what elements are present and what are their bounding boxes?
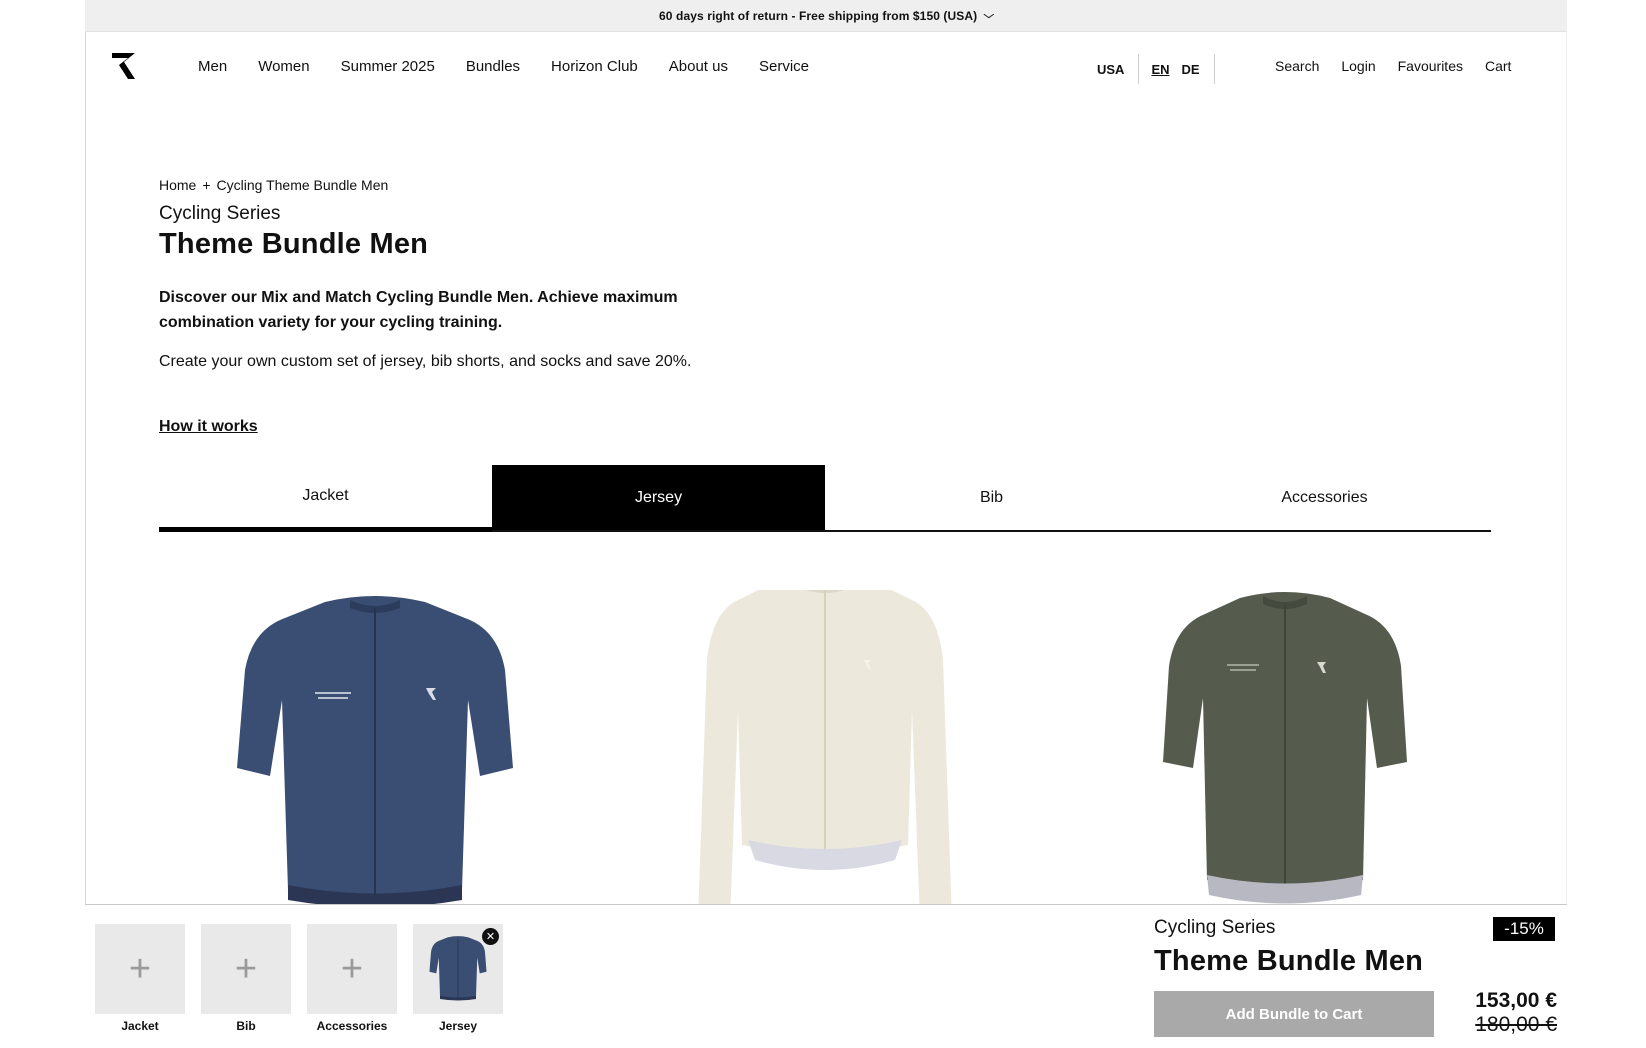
breadcrumb-home[interactable]: Home bbox=[159, 177, 196, 193]
bundle-old-price: 180,00 € bbox=[1475, 1013, 1557, 1036]
bundle-slot-label: Bib bbox=[236, 1019, 256, 1033]
tab-bib[interactable]: Bib bbox=[825, 465, 1158, 530]
selected-jersey-thumbnail bbox=[429, 936, 487, 1001]
bundle-title: Theme Bundle Men bbox=[1154, 945, 1424, 977]
breadcrumb-separator: + bbox=[202, 177, 211, 193]
bundle-slot-label: Jersey bbox=[438, 1019, 478, 1033]
utility-nav: Search Login Favourites Cart bbox=[1275, 58, 1533, 74]
product-lead: Discover our Mix and Match Cycling Bundl… bbox=[159, 289, 678, 331]
breadcrumb-current: Cycling Theme Bundle Men bbox=[216, 177, 389, 193]
how-it-works-link[interactable]: How it works bbox=[159, 418, 258, 436]
bundle-slot-accessories[interactable]: + bbox=[307, 924, 397, 1014]
lang-de[interactable]: DE bbox=[1170, 54, 1215, 84]
plus-icon: + bbox=[128, 948, 152, 990]
bundle-summary-bar: + Jacket + Bib + Accessories ✕ Jersey Cy… bbox=[85, 904, 1567, 1048]
remove-jersey-close-icon[interactable]: ✕ bbox=[482, 928, 499, 945]
nav-men[interactable]: Men bbox=[198, 58, 227, 75]
category-tabs: Jacket Jersey Bib Accessories bbox=[159, 465, 1491, 532]
favourites-link[interactable]: Favourites bbox=[1398, 58, 1463, 74]
search-link[interactable]: Search bbox=[1275, 58, 1319, 74]
lang-en[interactable]: EN bbox=[1139, 62, 1169, 77]
nav-service[interactable]: Service bbox=[759, 58, 809, 75]
tab-accessories[interactable]: Accessories bbox=[1158, 465, 1491, 530]
cart-link[interactable]: Cart bbox=[1485, 58, 1511, 74]
add-bundle-to-cart-button[interactable]: Add Bundle to Cart bbox=[1154, 991, 1434, 1037]
login-link[interactable]: Login bbox=[1341, 58, 1375, 74]
announcement-text: 60 days right of return - Free shipping … bbox=[659, 8, 978, 23]
product-card-olive-jersey[interactable] bbox=[1155, 590, 1415, 905]
nav-about-us[interactable]: About us bbox=[669, 58, 728, 75]
page-title: Theme Bundle Men bbox=[159, 228, 429, 260]
breadcrumb: Home + Cycling Theme Bundle Men bbox=[159, 177, 388, 193]
bundle-slot-bib[interactable]: + bbox=[201, 924, 291, 1014]
nav-bundles[interactable]: Bundles bbox=[466, 58, 520, 75]
tab-jersey[interactable]: Jersey bbox=[492, 465, 825, 530]
nav-summer-2025[interactable]: Summer 2025 bbox=[341, 58, 435, 75]
product-description: Create your own custom set of jersey, bi… bbox=[159, 353, 692, 370]
bundle-series: Cycling Series bbox=[1154, 917, 1276, 938]
tab-jacket[interactable]: Jacket bbox=[159, 465, 492, 532]
product-card-navy-jersey[interactable] bbox=[230, 590, 520, 905]
brand-logo-icon[interactable] bbox=[111, 52, 137, 80]
nav-horizon-club[interactable]: Horizon Club bbox=[551, 58, 638, 75]
olive-jersey-image bbox=[1163, 592, 1407, 904]
locale-switcher: USA EN DE bbox=[1097, 54, 1215, 84]
bundle-slot-label: Jacket bbox=[121, 1019, 159, 1033]
bundle-price: 153,00 € bbox=[1475, 989, 1557, 1012]
site-header: Men Women Summer 2025 Bundles Horizon Cl… bbox=[85, 32, 1567, 104]
country-select[interactable]: USA bbox=[1097, 54, 1140, 84]
plus-icon: + bbox=[234, 948, 258, 990]
main-nav: Men Women Summer 2025 Bundles Horizon Cl… bbox=[198, 58, 840, 75]
chevron-down-icon: ⌵ bbox=[983, 10, 995, 21]
nav-women[interactable]: Women bbox=[258, 58, 309, 75]
bundle-slot-jacket[interactable]: + bbox=[95, 924, 185, 1014]
plus-icon: + bbox=[340, 948, 364, 990]
product-card-cream-jersey[interactable] bbox=[690, 590, 960, 905]
bundle-slot-label: Accessories bbox=[316, 1019, 388, 1033]
cream-jersey-image bbox=[698, 590, 952, 905]
announcement-bar[interactable]: 60 days right of return - Free shipping … bbox=[85, 0, 1567, 32]
discount-badge: -15% bbox=[1493, 917, 1555, 941]
product-series: Cycling Series bbox=[159, 203, 281, 224]
navy-jersey-image bbox=[237, 596, 513, 905]
